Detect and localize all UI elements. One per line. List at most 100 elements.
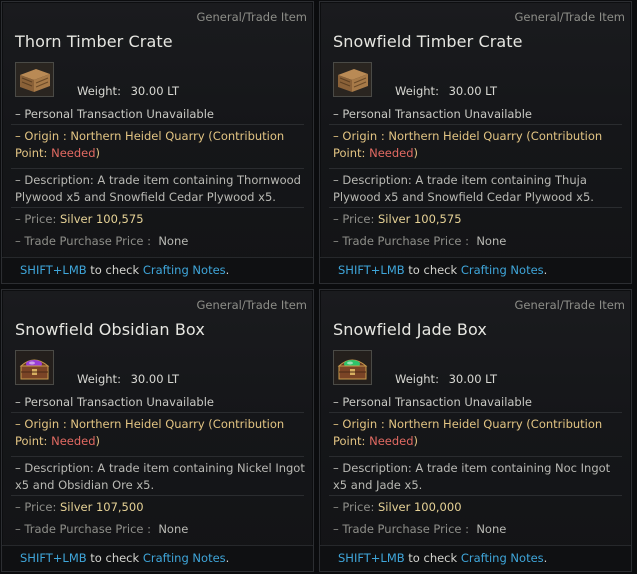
shift-lmb-key: SHIFT+LMB — [20, 263, 87, 277]
item-category: General/Trade Item — [514, 298, 625, 312]
trade-purchase-price-line: – Trade Purchase Price : None — [15, 233, 307, 250]
price-label: – Price: — [15, 500, 57, 514]
item-name: Thorn Timber Crate — [15, 32, 173, 51]
item-name: Snowfield Timber Crate — [333, 32, 523, 51]
price-line: – Price: Silver 100,575 — [15, 211, 307, 228]
crafting-notes-hint: SHIFT+LMB to check Crafting Notes. — [20, 263, 229, 277]
contribution-needed: Needed — [369, 146, 414, 160]
tooltip-footer: SHIFT+LMB to check Crafting Notes. — [2, 545, 313, 571]
wooden-crate-icon[interactable] — [333, 62, 372, 97]
trade-purchase-price-line: – Trade Purchase Price : None — [15, 521, 307, 538]
hint-text: to check — [404, 551, 461, 565]
trade-purchase-price-line: – Trade Purchase Price : None — [333, 233, 625, 250]
origin-suffix: ) — [413, 434, 419, 448]
divider — [11, 456, 304, 457]
origin-suffix: ) — [95, 146, 101, 160]
item-category: General/Trade Item — [196, 298, 307, 312]
divider — [11, 495, 304, 496]
trade-purchase-price-line: – Trade Purchase Price : None — [333, 521, 625, 538]
purple-gem-chest-icon[interactable] — [15, 350, 54, 385]
price-line: – Price: Silver 100,575 — [333, 211, 625, 228]
tooltip-footer: SHIFT+LMB to check Crafting Notes. — [320, 257, 631, 283]
item-description: – Description: A trade item containing T… — [333, 173, 594, 204]
item-tooltip-snowfield-jade-box: General/Trade Item Snowfield Jade Box We… — [319, 289, 632, 572]
trade-price-value: None — [158, 234, 189, 248]
item-weight: Weight: 30.00 LT — [395, 372, 497, 386]
weight-label: Weight: — [395, 84, 439, 98]
transaction-note: – Personal Transaction Unavailable — [333, 395, 533, 409]
hint-text: to check — [404, 263, 461, 277]
price-value: Silver 100,000 — [378, 500, 462, 514]
item-weight: Weight: 30.00 LT — [77, 372, 179, 386]
trade-price-value: None — [476, 522, 507, 536]
origin-suffix: ) — [95, 434, 101, 448]
trade-price-label: – Trade Purchase Price : — [333, 522, 470, 536]
item-weight: Weight: 30.00 LT — [395, 84, 497, 98]
divider — [329, 207, 622, 208]
trade-price-value: None — [476, 234, 507, 248]
weight-label: Weight: — [395, 372, 439, 386]
weight-label: Weight: — [77, 372, 121, 386]
price-value: Silver 100,575 — [378, 212, 462, 226]
transaction-note: – Personal Transaction Unavailable — [15, 107, 215, 121]
price-line: – Price: Silver 107,500 — [15, 499, 307, 516]
tooltip-footer: SHIFT+LMB to check Crafting Notes. — [2, 257, 313, 283]
weight-value: 30.00 LT — [130, 84, 180, 98]
trade-price-value: None — [158, 522, 189, 536]
tooltip-footer: SHIFT+LMB to check Crafting Notes. — [320, 545, 631, 571]
divider — [329, 456, 622, 457]
weight-value: 30.00 LT — [448, 84, 498, 98]
crafting-notes-link[interactable]: Crafting Notes — [143, 263, 226, 277]
item-tooltip-snowfield-obsidian-box: General/Trade Item Snowfield Obsidian Bo… — [1, 289, 314, 572]
divider — [11, 168, 304, 169]
weight-value: 30.00 LT — [448, 372, 498, 386]
wooden-crate-icon[interactable] — [15, 62, 54, 97]
hint-end: . — [543, 551, 548, 565]
divider — [11, 412, 304, 413]
divider — [329, 412, 622, 413]
crafting-notes-link[interactable]: Crafting Notes — [143, 551, 226, 565]
origin-line: – Origin : Northern Heidel Quarry (Contr… — [333, 128, 625, 162]
shift-lmb-key: SHIFT+LMB — [20, 551, 87, 565]
item-category: General/Trade Item — [514, 10, 625, 24]
divider — [329, 124, 622, 125]
divider — [11, 207, 304, 208]
trade-price-label: – Trade Purchase Price : — [15, 234, 152, 248]
trade-price-label: – Trade Purchase Price : — [333, 234, 470, 248]
item-weight: Weight: 30.00 LT — [77, 84, 179, 98]
origin-line: – Origin : Northern Heidel Quarry (Contr… — [15, 416, 307, 450]
crafting-notes-link[interactable]: Crafting Notes — [461, 263, 544, 277]
transaction-note: – Personal Transaction Unavailable — [15, 395, 215, 409]
shift-lmb-key: SHIFT+LMB — [338, 263, 405, 277]
contribution-needed: Needed — [51, 434, 96, 448]
hint-text: to check — [86, 551, 143, 565]
price-label: – Price: — [333, 212, 375, 226]
item-tooltip-thorn-timber-crate: General/Trade Item Thorn Timber Crate We… — [1, 1, 314, 284]
hint-end: . — [225, 263, 230, 277]
item-name: Snowfield Jade Box — [333, 320, 487, 339]
origin-suffix: ) — [413, 146, 419, 160]
item-name: Snowfield Obsidian Box — [15, 320, 205, 339]
hint-text: to check — [86, 263, 143, 277]
crafting-notes-link[interactable]: Crafting Notes — [461, 551, 544, 565]
contribution-needed: Needed — [369, 434, 414, 448]
contribution-needed: Needed — [51, 146, 96, 160]
shift-lmb-key: SHIFT+LMB — [338, 551, 405, 565]
item-tooltip-snowfield-timber-crate: General/Trade Item Snowfield Timber Crat… — [319, 1, 632, 284]
origin-line: – Origin : Northern Heidel Quarry (Contr… — [333, 416, 625, 450]
transaction-note: – Personal Transaction Unavailable — [333, 107, 533, 121]
price-label: – Price: — [15, 212, 57, 226]
hint-end: . — [543, 263, 548, 277]
weight-value: 30.00 LT — [130, 372, 180, 386]
crafting-notes-hint: SHIFT+LMB to check Crafting Notes. — [338, 551, 547, 565]
divider — [329, 168, 622, 169]
divider — [11, 124, 304, 125]
hint-end: . — [225, 551, 230, 565]
weight-label: Weight: — [77, 84, 121, 98]
item-description: – Description: A trade item containing T… — [15, 173, 301, 204]
price-value: Silver 107,500 — [60, 500, 144, 514]
origin-line: – Origin : Northern Heidel Quarry (Contr… — [15, 128, 307, 162]
green-gem-chest-icon[interactable] — [333, 350, 372, 385]
item-description: – Description: A trade item containing N… — [15, 461, 305, 492]
item-description: – Description: A trade item containing N… — [333, 461, 611, 492]
